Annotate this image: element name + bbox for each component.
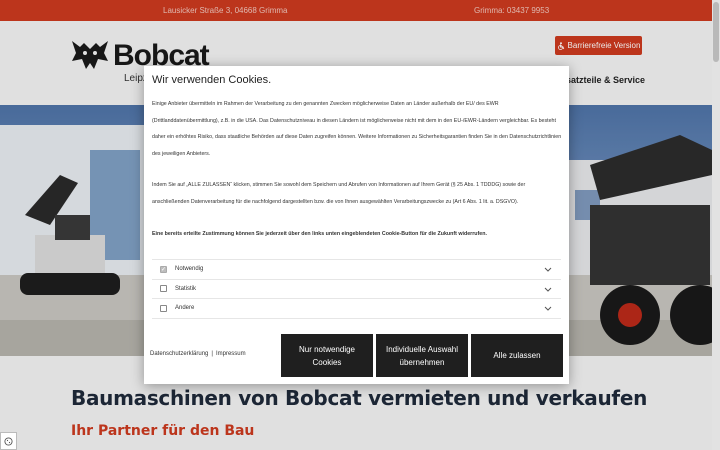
cookie-text-transfer: Einige Anbieter übermitteln im Rahmen de… (152, 101, 562, 157)
cookie-text-revoke: Eine bereits erteilte Zustimmung können … (152, 231, 487, 237)
btn-label-line1: Nur notwendige (298, 344, 356, 354)
cookie-settings-button[interactable] (0, 432, 17, 450)
category-other[interactable]: Andere (152, 299, 561, 319)
btn-label-line2: übernehmen (399, 357, 445, 367)
cookie-dialog-title: Wir verwenden Cookies. (152, 74, 272, 86)
other-checkbox[interactable] (160, 304, 167, 312)
cookie-text-consent: Indem Sie auf „ALLE ZULASSEN“ klicken, s… (152, 182, 526, 205)
category-label: Notwendig (175, 266, 204, 273)
btn-label-line2: Cookies (312, 357, 342, 367)
legal-links: Datenschutzerklärung | Impressum (150, 351, 246, 357)
accept-selection-button[interactable]: Individuelle Auswahl übernehmen (376, 334, 468, 377)
category-label: Andere (175, 305, 195, 312)
btn-label-line1: Individuelle Auswahl (385, 344, 459, 354)
cookie-icon (4, 436, 13, 446)
page-scrollbar[interactable] (712, 0, 720, 450)
category-label: Statistik (175, 285, 197, 292)
necessary-cookies-button[interactable]: Nur notwendige Cookies (281, 334, 373, 377)
privacy-policy-link[interactable]: Datenschutzerklärung (150, 351, 208, 357)
accept-all-button[interactable]: Alle zulassen (471, 334, 563, 377)
cookie-consent-dialog: Wir verwenden Cookies. Einige Anbieter ü… (144, 66, 569, 384)
category-necessary[interactable]: ✓ Notwendig (152, 260, 561, 280)
scrollbar-thumb[interactable] (713, 2, 719, 62)
chevron-down-icon[interactable] (543, 264, 553, 274)
cookie-categories: ✓ Notwendig Statistik Andere (152, 259, 561, 319)
link-separator: | (211, 351, 213, 357)
necessary-checkbox: ✓ (160, 265, 167, 273)
chevron-down-icon[interactable] (543, 284, 553, 294)
category-statistics[interactable]: Statistik (152, 280, 561, 299)
statistics-checkbox[interactable] (160, 285, 167, 293)
btn-label: Alle zulassen (493, 351, 541, 360)
imprint-link[interactable]: Impressum (216, 351, 246, 357)
chevron-down-icon[interactable] (543, 303, 553, 313)
